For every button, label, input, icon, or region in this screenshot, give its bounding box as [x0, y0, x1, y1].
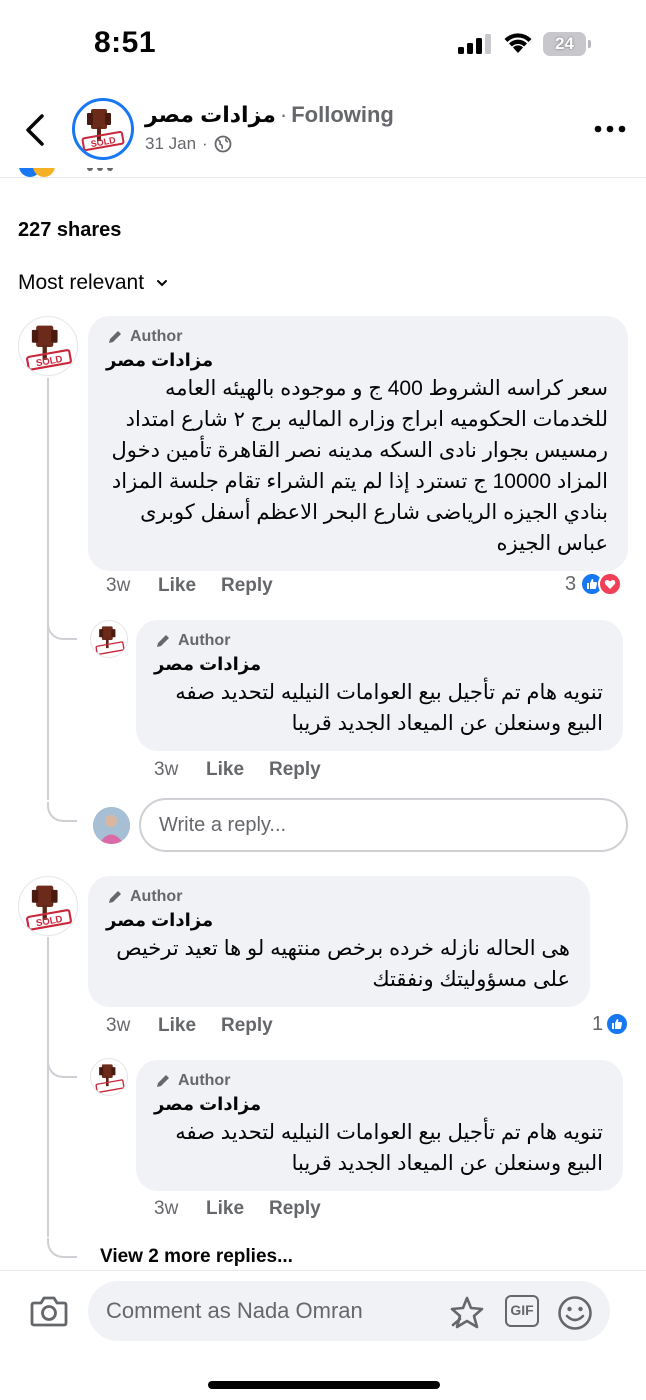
author-badge-label: Author	[178, 1072, 231, 1089]
svg-text:SOLD: SOLD	[35, 354, 63, 369]
author-badge: Author	[106, 328, 608, 346]
meta-separator: ·	[202, 134, 208, 153]
comment-text: تنويه هام تم تأجيل بيع العوامات النيليه …	[175, 1121, 603, 1175]
camera-icon[interactable]	[30, 1293, 68, 1329]
user-avatar	[93, 807, 130, 844]
like-button[interactable]: Like	[158, 575, 221, 597]
page-name-line: مزادات مصر · Following	[145, 102, 394, 128]
view-more-replies-link[interactable]: View 2 more replies...	[100, 1246, 293, 1268]
user-photo-icon	[93, 807, 130, 844]
gavel-logo-icon	[95, 626, 125, 655]
gavel-logo-icon: SOLD	[26, 885, 72, 931]
reply-avatar[interactable]	[90, 620, 128, 658]
author-badge-label: Author	[130, 888, 183, 905]
comment-text: تنويه هام تم تأجيل بيع العوامات النيليه …	[175, 681, 603, 735]
separator-dot: ·	[279, 102, 288, 127]
reply-button[interactable]: Reply	[269, 1198, 321, 1220]
commenter-avatar[interactable]: SOLD	[18, 316, 78, 376]
reply-avatar[interactable]	[90, 1058, 128, 1096]
post-header: SOLD مزادات مصر · Following 31 Jan ·	[0, 88, 646, 178]
pen-icon	[157, 635, 169, 647]
sort-label: Most relevant	[18, 271, 145, 294]
author-badge-label: Author	[178, 632, 231, 649]
reply-bubble[interactable]: Author مزادات مصر تنويه هام تم تأجيل بيع…	[136, 620, 623, 751]
post-date[interactable]: 31 Jan	[145, 134, 196, 154]
emoji-icon[interactable]	[557, 1295, 593, 1331]
reply-button[interactable]: Reply	[269, 759, 321, 781]
reaction-count[interactable]: 3	[565, 572, 623, 596]
back-arrow-icon[interactable]	[20, 110, 50, 150]
comment-actions: 3w Like Reply	[154, 759, 321, 781]
sticker-icon[interactable]	[448, 1295, 486, 1331]
comment-time[interactable]: 3w	[154, 1198, 206, 1220]
reply-button[interactable]: Reply	[221, 575, 273, 597]
like-reaction-icon	[605, 1012, 630, 1036]
gavel-logo-icon	[95, 1064, 125, 1093]
commenter-avatar[interactable]: SOLD	[18, 876, 78, 936]
comment-actions: 3w Like Reply	[106, 575, 273, 597]
pen-icon	[109, 331, 121, 343]
comment-text: هى الحاله نازله خرده برخص منتهيه لو ها ت…	[116, 937, 570, 991]
thread-connector	[47, 1058, 77, 1078]
love-reaction-icon	[598, 572, 623, 596]
author-badge: Author	[106, 888, 570, 906]
comment-time[interactable]: 3w	[154, 759, 206, 781]
home-indicator	[208, 1381, 440, 1389]
comment-bubble[interactable]: Author مزادات مصر سعر كراسه الشروط 400 ج…	[88, 316, 628, 571]
gavel-logo-icon: SOLD	[26, 325, 72, 371]
more-options-icon[interactable]	[594, 122, 626, 136]
battery-indicator: 24	[543, 32, 591, 56]
cellular-signal-icon	[458, 34, 491, 54]
reaction-summary-icon[interactable]	[18, 168, 118, 180]
comment-composer: Comment as Nada Omran GIF	[0, 1270, 646, 1400]
author-badge: Author	[154, 632, 603, 650]
comment-time[interactable]: 3w	[106, 1015, 158, 1037]
author-badge: Author	[154, 1072, 603, 1090]
thread-connector	[47, 1238, 77, 1258]
thread-connector	[47, 620, 77, 640]
status-bar: 8:51 24	[0, 0, 646, 88]
gif-icon[interactable]: GIF	[505, 1295, 539, 1327]
comment-actions: 3w Like Reply	[154, 1198, 321, 1220]
post-meta: 31 Jan ·	[145, 134, 232, 154]
reaction-count[interactable]: 1	[592, 1012, 630, 1036]
reply-bubble[interactable]: Author مزادات مصر تنويه هام تم تأجيل بيع…	[136, 1060, 623, 1191]
commenter-name[interactable]: مزادات مصر	[154, 654, 603, 675]
like-button[interactable]: Like	[206, 759, 269, 781]
thread-line	[47, 378, 49, 800]
author-badge-label: Author	[130, 328, 183, 345]
comment-bubble[interactable]: Author مزادات مصر هى الحاله نازله خرده ب…	[88, 876, 590, 1007]
gavel-logo-icon: SOLD	[81, 109, 125, 152]
commenter-name[interactable]: مزادات مصر	[106, 350, 608, 371]
comment-text: سعر كراسه الشروط 400 ج و موجوده بالهيئه …	[111, 377, 608, 555]
comment-actions: 3w Like Reply	[106, 1015, 273, 1037]
commenter-name[interactable]: مزادات مصر	[106, 910, 570, 931]
gif-label: GIF	[510, 1302, 534, 1318]
chevron-down-icon	[157, 280, 168, 287]
commenter-name[interactable]: مزادات مصر	[154, 1094, 603, 1115]
write-reply-input[interactable]: Write a reply...	[139, 798, 628, 852]
page-name[interactable]: مزادات مصر	[145, 102, 276, 127]
reaction-number: 3	[565, 572, 577, 595]
clock: 8:51	[94, 26, 157, 59]
following-status[interactable]: Following	[291, 102, 394, 127]
pen-icon	[109, 891, 121, 903]
thread-line	[47, 937, 49, 1237]
comment-time[interactable]: 3w	[106, 575, 158, 597]
reply-button[interactable]: Reply	[221, 1015, 273, 1037]
battery-level: 24	[543, 32, 586, 56]
page-avatar[interactable]: SOLD	[72, 98, 134, 160]
wifi-icon	[504, 33, 532, 53]
like-button[interactable]: Like	[158, 1015, 221, 1037]
pen-icon	[157, 1075, 169, 1087]
battery-tip	[588, 40, 591, 48]
like-button[interactable]: Like	[206, 1198, 269, 1220]
globe-icon	[214, 135, 232, 153]
share-count[interactable]: 227 shares	[18, 219, 121, 242]
comment-sort-dropdown[interactable]: Most relevant	[18, 271, 168, 295]
svg-text:SOLD: SOLD	[35, 914, 63, 929]
reaction-number: 1	[592, 1012, 604, 1035]
thread-connector	[47, 802, 77, 822]
